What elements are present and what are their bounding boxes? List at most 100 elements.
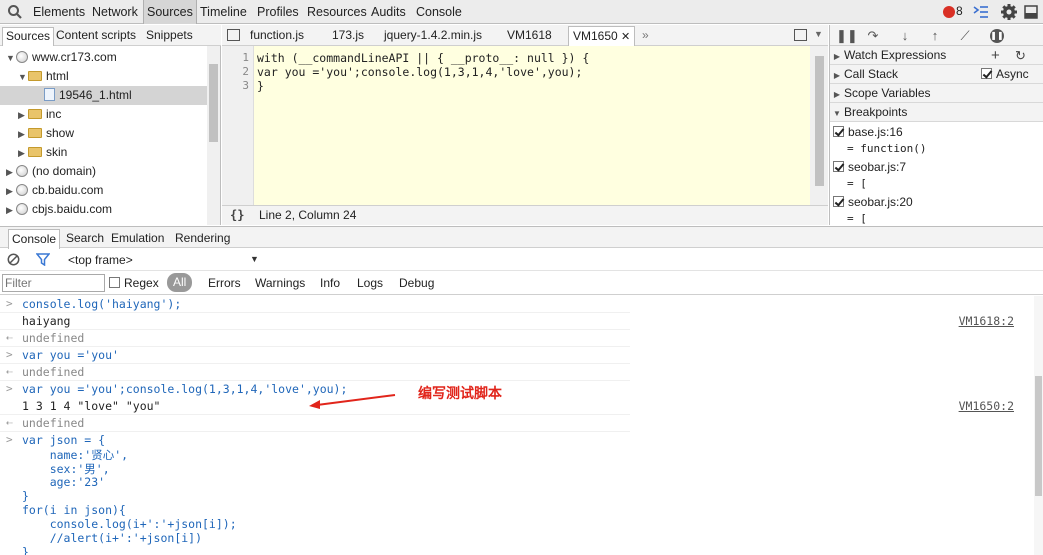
chevron-down-icon[interactable]: ▼ (250, 254, 259, 264)
step-into-icon[interactable]: ↓ (898, 29, 912, 43)
breakpoint-item[interactable]: base.js:16 (833, 125, 903, 139)
tab-console[interactable]: Console (416, 0, 462, 24)
tree-item-domain[interactable]: ▶ (no domain) (6, 162, 96, 181)
level-logs[interactable]: Logs (357, 276, 383, 290)
editor-tab[interactable]: 173.js (332, 28, 364, 42)
console-output[interactable]: > console.log('haiyang'); haiyang VM1618:2… (0, 296, 1043, 555)
tab-network[interactable]: Network (92, 0, 138, 24)
frame-selector[interactable]: <top frame> (68, 253, 133, 267)
folder-icon (28, 128, 42, 138)
tree-item-folder[interactable]: ▶ skin (18, 143, 67, 162)
level-debug[interactable]: Debug (399, 276, 434, 290)
filter-input[interactable] (2, 274, 105, 292)
error-icon[interactable] (943, 6, 955, 18)
regex-toggle[interactable]: Regex (109, 276, 159, 290)
level-all[interactable]: All (167, 273, 193, 292)
watch-expressions-header[interactable]: ▶ Watch Expressions + ↻ (830, 46, 1043, 65)
tree-item-domain[interactable]: ▼ www.cr173.com (6, 48, 117, 67)
clear-console-icon[interactable] (7, 253, 20, 266)
editor-scrollbar[interactable] (810, 46, 828, 205)
tab-resources[interactable]: Resources (307, 0, 367, 24)
dock-icon[interactable] (1024, 5, 1038, 19)
tree-item-folder[interactable]: ▶ inc (18, 105, 61, 124)
add-icon[interactable]: + (991, 46, 1000, 65)
pause-on-exceptions-icon[interactable]: ❚❚ (990, 29, 1004, 43)
level-errors[interactable]: Errors (208, 276, 241, 290)
more-tabs-icon[interactable]: » (642, 28, 649, 42)
breakpoint-checkbox[interactable] (833, 161, 844, 172)
line-number[interactable]: 3 (242, 79, 249, 92)
pretty-print-button[interactable]: {} (230, 206, 244, 225)
source-link[interactable]: VM1618:2 (959, 314, 1014, 328)
tab-profiles[interactable]: Profiles (257, 0, 299, 24)
editor-tab[interactable]: function.js (250, 28, 304, 42)
toggle-navigator-icon[interactable] (227, 29, 240, 41)
breakpoint-checkbox[interactable] (833, 126, 844, 137)
chevron-right-icon: ▶ (18, 148, 25, 158)
navigator-scrollbar[interactable] (207, 46, 220, 225)
error-count[interactable]: 8 (956, 4, 963, 18)
tree-item-domain[interactable]: ▶ cb.baidu.com (6, 181, 103, 200)
step-out-icon[interactable]: ↑ (928, 29, 942, 43)
tree-item-folder[interactable]: ▶ show (18, 124, 74, 143)
globe-icon (16, 203, 28, 215)
editor-tab-active[interactable]: VM1650 ✕ (568, 26, 636, 46)
chevron-right-icon: ▶ (18, 110, 25, 120)
editor-tab[interactable]: jquery-1.4.2.min.js (384, 28, 482, 42)
console-scrollbar[interactable] (1034, 296, 1043, 555)
refresh-icon[interactable]: ↻ (1015, 46, 1026, 65)
async-checkbox[interactable] (981, 68, 992, 79)
editor-status-bar: {} Line 2, Column 24 (222, 205, 828, 225)
folder-icon (28, 147, 42, 157)
async-toggle[interactable]: Async (981, 65, 1029, 84)
source-link[interactable]: VM1650:2 (959, 399, 1014, 413)
tab-elements[interactable]: Elements (33, 0, 85, 24)
tree-item-file-selected[interactable]: 19546_1.html (0, 86, 207, 105)
folder-icon (28, 109, 42, 119)
code-area[interactable]: with (__commandLineAPI || { __proto__: n… (254, 46, 810, 205)
breakpoints-header[interactable]: ▼ Breakpoints (830, 103, 1043, 122)
drawer-tab-console[interactable]: Console (8, 229, 61, 249)
toggle-debugger-icon[interactable] (794, 29, 807, 41)
filter-icon[interactable] (35, 253, 51, 267)
drawer-toggle-icon[interactable] (973, 5, 989, 19)
scrollbar-thumb[interactable] (209, 64, 218, 142)
call-stack-header[interactable]: ▶ Call Stack Async (830, 65, 1043, 84)
tab-timeline[interactable]: Timeline (200, 0, 247, 24)
html-file-icon (44, 88, 55, 101)
nav-tab-content-scripts[interactable]: Content scripts (56, 28, 136, 42)
line-number[interactable]: 2 (242, 65, 249, 78)
deactivate-breakpoints-icon[interactable]: ⟋ (958, 29, 972, 43)
drawer-tab-rendering[interactable]: Rendering (175, 231, 230, 245)
level-info[interactable]: Info (320, 276, 340, 290)
nav-tab-snippets[interactable]: Snippets (146, 28, 193, 42)
globe-icon (16, 184, 28, 196)
tree-item-folder[interactable]: ▼ html (18, 67, 69, 86)
pause-icon[interactable]: ❚❚ (836, 29, 858, 43)
scope-variables-header[interactable]: ▶ Scope Variables (830, 84, 1043, 103)
chevron-right-icon: ▶ (6, 167, 13, 177)
level-warnings[interactable]: Warnings (255, 276, 305, 290)
nav-tab-sources[interactable]: Sources (2, 27, 55, 46)
breakpoint-item[interactable]: seobar.js:20 (833, 195, 913, 209)
scrollbar-thumb[interactable] (815, 56, 824, 186)
chevron-down-icon[interactable]: ▼ (814, 29, 823, 39)
tab-audits[interactable]: Audits (371, 0, 406, 24)
regex-checkbox[interactable] (109, 277, 120, 288)
scrollbar-thumb[interactable] (1035, 376, 1042, 496)
close-icon[interactable]: ✕ (621, 31, 630, 43)
drawer-tab-search[interactable]: Search (66, 231, 104, 245)
code-editor: function.js 173.js jquery-1.4.2.min.js V… (222, 25, 828, 225)
tree-item-domain[interactable]: ▶ cbjs.baidu.com (6, 200, 112, 219)
breakpoint-item[interactable]: seobar.js:7 (833, 160, 906, 174)
editor-tab[interactable]: VM1618 (507, 28, 552, 42)
code-line: var you ='you';console.log(1,3,1,4,'love… (257, 65, 583, 79)
step-over-icon[interactable]: ↷ (866, 29, 880, 43)
search-icon[interactable] (7, 4, 23, 20)
line-number[interactable]: 1 (242, 51, 249, 64)
tab-sources[interactable]: Sources (143, 0, 197, 24)
drawer-tab-emulation[interactable]: Emulation (111, 231, 164, 245)
code-line: with (__commandLineAPI || { __proto__: n… (257, 51, 590, 65)
gear-icon[interactable] (1000, 3, 1018, 21)
breakpoint-checkbox[interactable] (833, 196, 844, 207)
